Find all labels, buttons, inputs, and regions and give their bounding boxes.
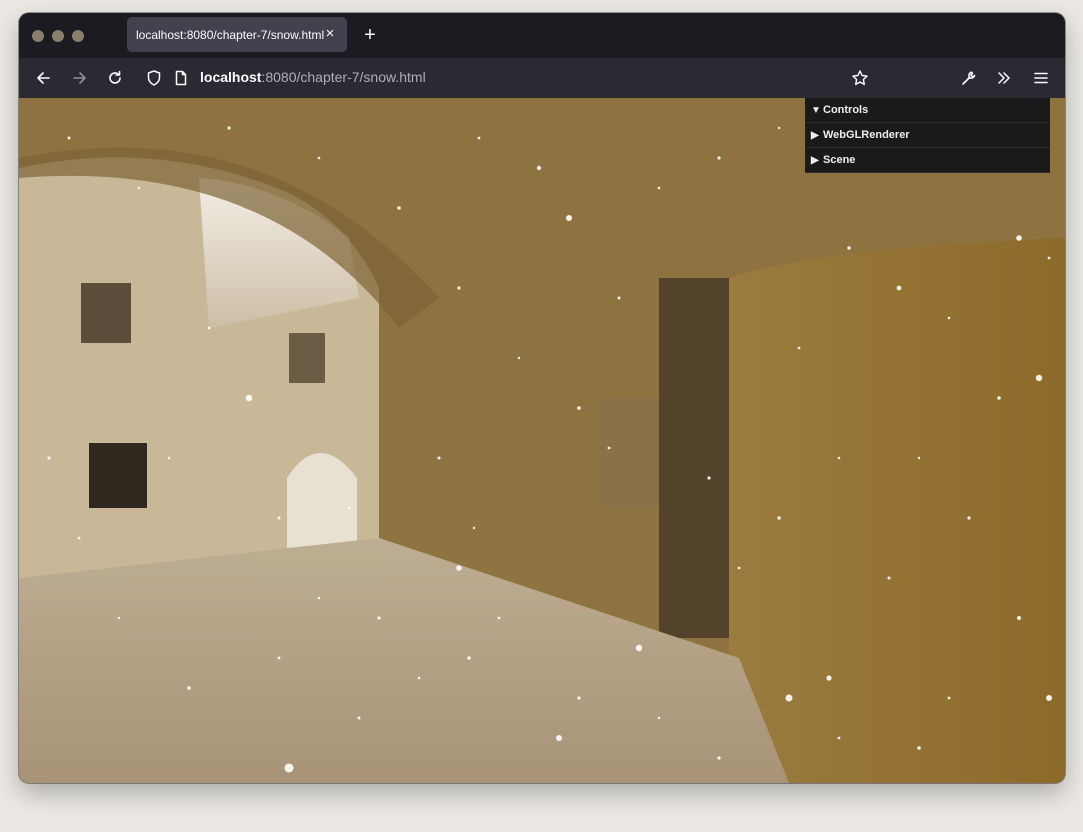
gui-folder-webglrenderer[interactable]: ▶ WebGLRenderer <box>805 123 1050 148</box>
tracking-protection-button[interactable] <box>142 66 166 90</box>
gui-folder-label: Scene <box>823 154 856 166</box>
wrench-icon <box>962 71 976 85</box>
chevron-right-icon: ▶ <box>811 154 819 166</box>
tab-active[interactable]: localhost:8080/chapter-7/snow.html × <box>127 17 347 52</box>
arrow-left-icon <box>37 72 50 84</box>
developer-tools-button[interactable] <box>957 66 981 90</box>
shield-icon <box>147 70 161 86</box>
hamburger-menu-icon <box>1034 72 1048 84</box>
zoom-window-button[interactable] <box>72 30 84 42</box>
browser-window: localhost:8080/chapter-7/snow.html × + l… <box>19 13 1065 783</box>
url-path: :8080/chapter-7/snow.html <box>261 69 426 85</box>
gui-folder-controls[interactable]: ▼ Controls <box>805 98 1050 123</box>
close-window-button[interactable] <box>32 30 44 42</box>
close-tab-icon[interactable]: × <box>321 25 339 43</box>
chevrons-right-icon <box>998 72 1010 84</box>
navigation-toolbar: localhost:8080/chapter-7/snow.html <box>19 58 1065 98</box>
overflow-menu-button[interactable] <box>992 66 1016 90</box>
reload-icon <box>109 70 121 84</box>
site-info-button[interactable] <box>169 66 193 90</box>
webgl-canvas[interactable]: ▼ Controls ▶ WebGLRenderer ▶ Scene <box>19 98 1065 783</box>
snow-scene-image <box>19 98 1065 783</box>
address-bar[interactable]: localhost:8080/chapter-7/snow.html <box>200 69 426 85</box>
reload-button[interactable] <box>103 66 127 90</box>
page-icon <box>175 70 187 86</box>
chevron-right-icon: ▶ <box>811 129 819 141</box>
gui-folder-label: WebGLRenderer <box>823 129 910 141</box>
arrow-right-icon <box>73 72 86 84</box>
gui-folder-scene[interactable]: ▶ Scene <box>805 148 1050 173</box>
dat-gui-panel: ▼ Controls ▶ WebGLRenderer ▶ Scene <box>805 98 1050 173</box>
back-button[interactable] <box>31 66 55 90</box>
star-icon <box>852 70 868 86</box>
new-tab-button[interactable]: + <box>360 23 380 47</box>
tab-title: localhost:8080/chapter-7/snow.html <box>136 27 325 42</box>
tab-bar: localhost:8080/chapter-7/snow.html × + <box>19 13 1065 58</box>
minimize-window-button[interactable] <box>52 30 64 42</box>
url-host: localhost <box>200 69 262 85</box>
gui-folder-label: Controls <box>823 104 869 116</box>
app-menu-button[interactable] <box>1029 66 1053 90</box>
bookmark-button[interactable] <box>848 66 872 90</box>
chevron-down-icon: ▼ <box>811 104 821 116</box>
forward-button[interactable] <box>68 66 92 90</box>
